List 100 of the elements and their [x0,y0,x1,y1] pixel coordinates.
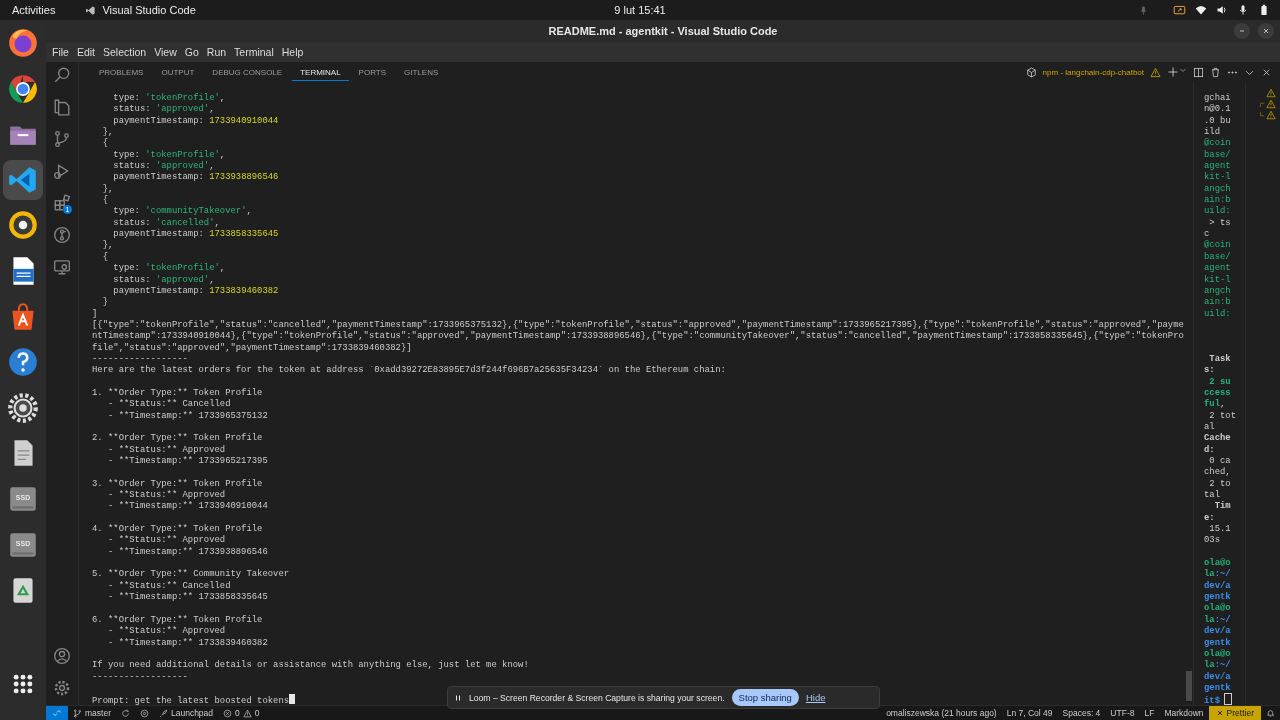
terminal-line: agent [1204,263,1231,274]
terminal-line: 15.1 [1208,524,1231,535]
remote-button[interactable] [46,705,68,720]
terminal-line: base/ [1204,149,1231,160]
panel-tab[interactable]: PORTS [350,63,395,81]
menu-item[interactable]: Help [277,46,308,58]
terminal-line: la:~/ [1204,614,1231,625]
terminal-line: ola@o [1204,603,1231,614]
terminal-line: .0 bu [1204,115,1231,126]
terminal-line: 2 to [1208,478,1231,489]
terminal-task[interactable] [1266,88,1276,98]
stop-sharing-button[interactable]: Stop sharing [731,689,799,706]
terminal-line: Task [1208,353,1231,364]
terminal-line: it$ [1204,696,1221,705]
menu-item[interactable]: Selection [99,46,151,58]
terminal-line: Prompt: get the latest boosted tokens [92,696,290,705]
terminal-line: Tim [1213,501,1231,512]
warning-icon [1150,66,1161,78]
source-control-icon [53,130,71,148]
menu-item[interactable]: Terminal [230,46,278,58]
terminal-line: ful, [1204,399,1226,410]
terminal-line: ain:b [1204,297,1231,308]
split-terminal-button[interactable] [1193,66,1204,78]
activities-button[interactable]: Activities [12,4,56,16]
terminal-line: If you need additional details or assistance with anything else, just let me know! [92,660,529,671]
status-item[interactable]: Markdown [1159,708,1209,718]
terminal-line: paymentTimestamp: 1733938896546 [112,172,279,183]
trash-button[interactable] [1210,66,1221,78]
terminal-line: - **Status:** Cancelled [106,399,231,410]
close-button[interactable] [1258,23,1274,39]
new-terminal-button[interactable] [1167,66,1187,78]
app-name[interactable]: Visual Studio Code [102,4,196,16]
hide-link[interactable]: Hide [805,692,826,703]
terminal-line: type: 'tokenProfile', [112,149,226,160]
terminal-line: ola@o [1204,558,1231,569]
terminal-name[interactable]: npm - langchain-cdp-chatbot [1042,67,1144,77]
terminal-line: uild: [1204,206,1231,217]
terminal-line: ] [92,308,98,319]
terminal-line: la:~/ [1204,569,1231,580]
panel-tab[interactable]: TERMINAL [292,63,349,81]
search-icon [53,66,71,84]
status-item[interactable]: UTF-8 [1105,708,1140,718]
terminal-line: status: 'cancelled', [112,217,220,228]
problems-button[interactable]: 0 0 [218,708,265,718]
menu-item[interactable]: File [48,46,73,58]
scrollbar-thumb[interactable] [1186,671,1192,701]
branch-button[interactable]: master [68,708,116,718]
error-icon [223,708,233,718]
terminal-task[interactable] [1259,99,1276,109]
clock[interactable]: 9 lut 15:41 [614,4,666,16]
terminal-line: gchai [1204,93,1231,103]
terminal-line: [{"type":"tokenProfile","status":"cancelled","paymentTimestamp":1733965375132},{"type":"tokenProfile","status":"approved","paymentTimestamp":1733965217395},{"type":"tokenProfile","status":"approved","payme [92,319,1184,330]
status-item[interactable]: omaliszewska (21 hours ago) [881,708,1002,718]
split-icon [1193,66,1204,78]
menu-item[interactable]: Go [180,46,203,58]
status-item[interactable]: LF [1139,708,1160,718]
bell-icon [1266,708,1275,718]
terminal-line: 4. **Order Type:** Token Profile [92,524,263,535]
terminal-line: - **Timestamp:** 1733940910044 [106,501,268,512]
prettier-button[interactable]: Prettier [1208,705,1261,720]
panel-tab[interactable]: GITLENS [396,63,447,81]
pause-icon [454,693,462,702]
terminal-line: e: [1204,512,1215,523]
warning-icon [242,708,252,718]
menu-item[interactable]: Edit [72,46,99,58]
terminal-line: gentk [1204,592,1231,603]
window-title: README.md - agentkit - Visual Studio Code [548,25,778,37]
terminal-line: kit-l [1204,274,1231,285]
settings-icon [53,679,71,697]
terminal-line: - **Timestamp:** 1733858335645 [106,592,268,603]
terminal-line: ched, [1204,467,1231,478]
rocket-icon [159,708,168,718]
status-item[interactable]: Ln 7, Col 49 [1001,708,1058,718]
terminal-line: Cache [1204,433,1231,444]
terminal-line: - **Timestamp:** 1733965217395 [106,456,268,466]
panel-tab[interactable]: PROBLEMS [91,63,152,81]
minimize-button[interactable] [1234,23,1250,39]
terminal-line: ------------------ [92,671,188,682]
terminal-line: c [1204,229,1210,240]
terminal-line: - **Timestamp:** 1733938896546 [106,546,268,557]
panel-tab[interactable]: OUTPUT [153,63,203,81]
terminal-line: paymentTimestamp: 1733858335645 [112,229,279,240]
terminal-line: - **Status:** Approved [106,626,226,637]
terminal-line: - **Status:** Approved [106,535,226,546]
menu-item[interactable]: View [150,46,181,58]
menu-item[interactable]: Run [202,46,231,58]
terminal-line: paymentTimestamp: 1733839460382 [112,285,279,296]
close-icon [1215,709,1224,717]
terminal-line: Here are the latest orders for the token at address `0xadd39272E83895E7d3f244f696B7a25635F34234` on the Ethereum chain: [92,365,726,376]
files-icon [53,98,71,116]
terminal-line: status: 'approved', [112,161,215,172]
terminal-task[interactable] [1259,110,1276,120]
panel-tab[interactable]: DEBUG CONSOLE [204,63,291,81]
launchpad-button[interactable]: Launchpad [154,708,219,718]
terminal-line: }, [101,240,114,251]
terminal-line: - **Status:** Approved [106,490,226,501]
status-item[interactable]: Spaces: 4 [1057,708,1106,718]
volume-icon [1216,4,1228,16]
terminal-line: 2 tot [1208,410,1236,421]
terminal-line: al [1204,421,1215,432]
